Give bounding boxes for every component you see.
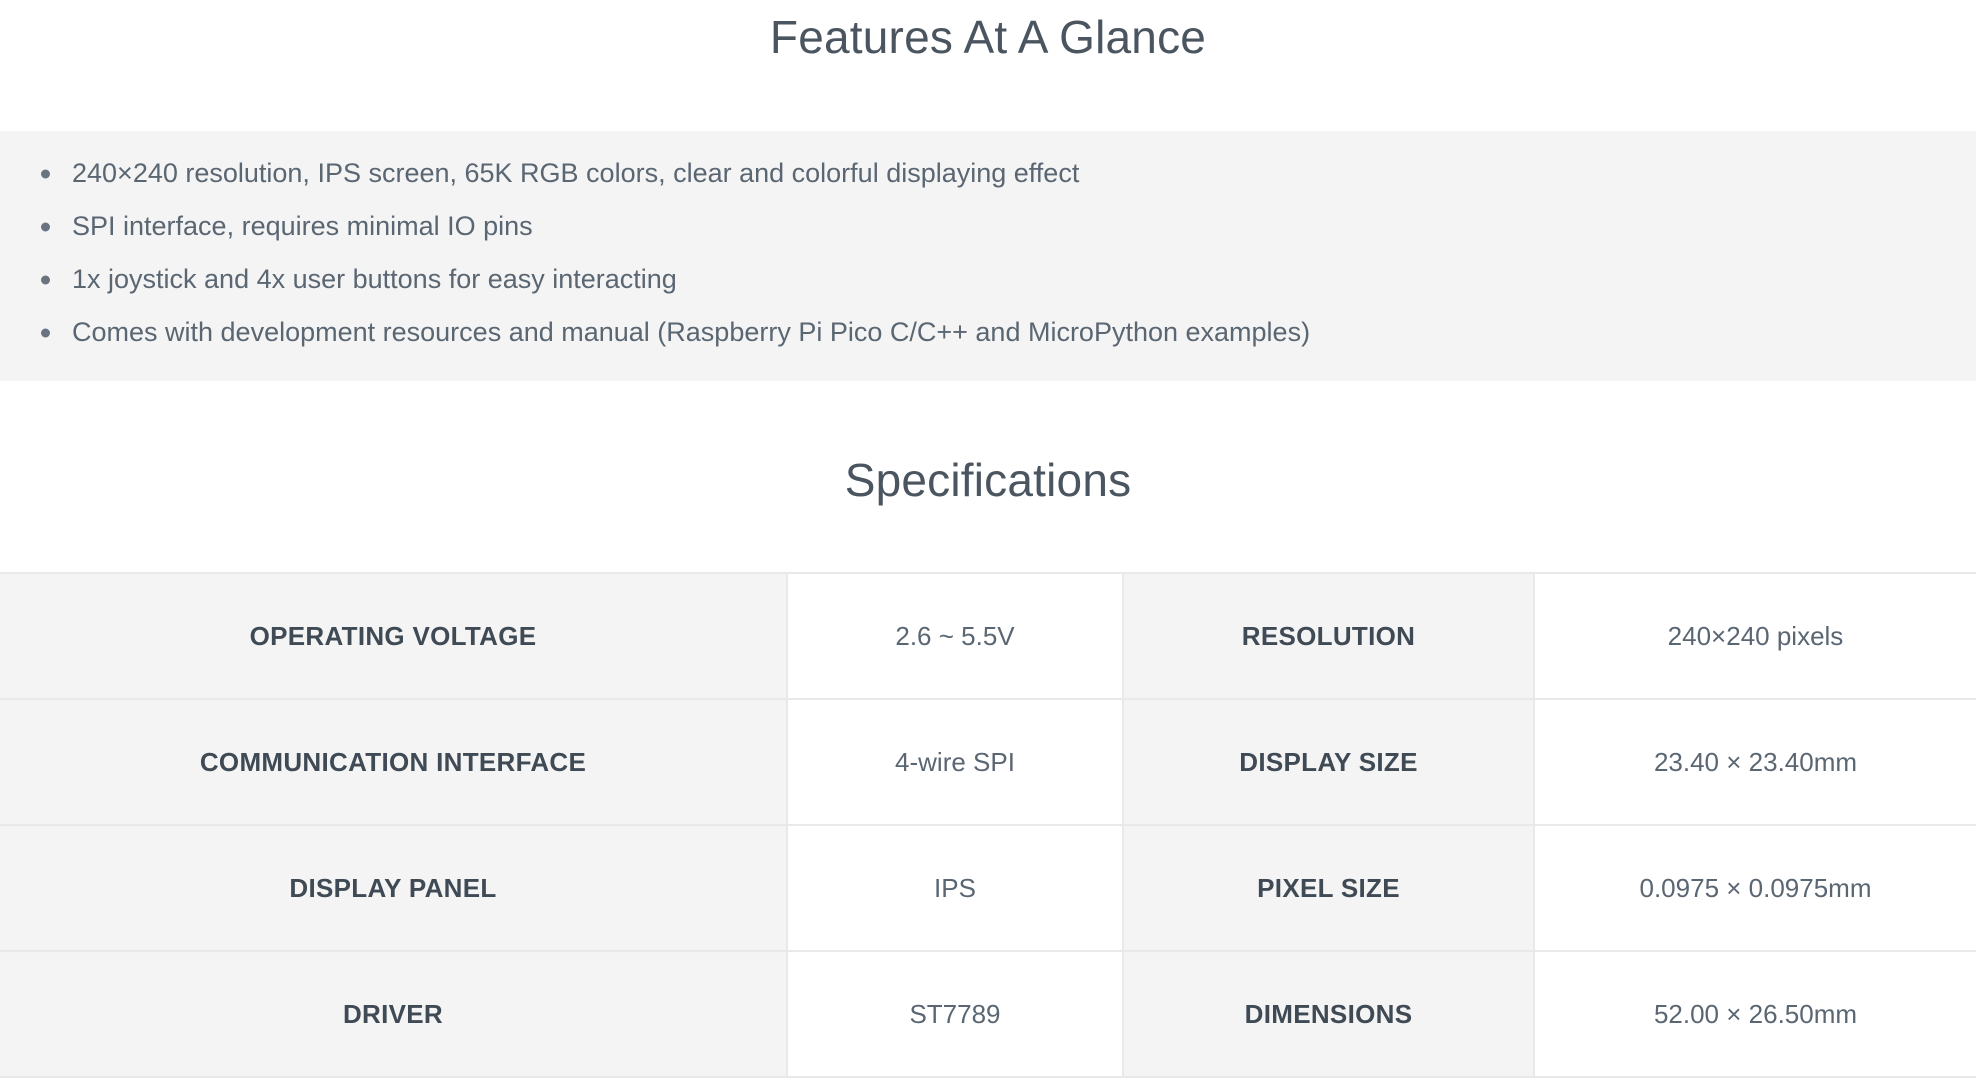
spec-label: COMMUNICATION INTERFACE — [0, 699, 788, 827]
spec-label: DISPLAY SIZE — [1123, 699, 1535, 827]
features-heading: Features At A Glance — [769, 11, 1207, 63]
features-panel: 240×240 resolution, IPS screen, 65K RGB … — [0, 131, 1976, 382]
bullet-icon — [41, 222, 50, 232]
spec-value: 0.0975 × 0.0975mm — [1534, 825, 1976, 953]
spec-value: 4-wire SPI — [787, 699, 1124, 827]
product-spec-page: Features At A Glance 240×240 resolution,… — [0, 0, 1976, 1079]
spec-label: DRIVER — [0, 951, 788, 1079]
feature-text: SPI interface, requires minimal IO pins — [72, 211, 533, 242]
spec-value: 23.40 × 23.40mm — [1534, 699, 1976, 827]
feature-text: 1x joystick and 4x user buttons for easy… — [72, 264, 677, 295]
spec-value: 52.00 × 26.50mm — [1534, 951, 1976, 1079]
feature-text: 240×240 resolution, IPS screen, 65K RGB … — [72, 158, 1080, 189]
spec-value: 2.6 ~ 5.5V — [787, 573, 1124, 701]
spec-label: PIXEL SIZE — [1123, 825, 1535, 953]
list-item: SPI interface, requires minimal IO pins — [36, 200, 1976, 253]
spec-label: DIMENSIONS — [1123, 951, 1535, 1079]
table-row: DRIVER ST7789 DIMENSIONS 52.00 × 26.50mm — [0, 951, 1976, 1079]
spec-label: RESOLUTION — [1123, 573, 1535, 701]
features-list: 240×240 resolution, IPS screen, 65K RGB … — [0, 147, 1976, 359]
table-row: OPERATING VOLTAGE 2.6 ~ 5.5V RESOLUTION … — [0, 573, 1976, 701]
list-item: Comes with development resources and man… — [36, 306, 1976, 359]
bullet-icon — [41, 328, 50, 338]
bullet-icon — [41, 169, 50, 179]
table-row: DISPLAY PANEL IPS PIXEL SIZE 0.0975 × 0.… — [0, 825, 1976, 953]
spec-value: 240×240 pixels — [1534, 573, 1976, 701]
list-item: 1x joystick and 4x user buttons for easy… — [36, 253, 1976, 306]
feature-text: Comes with development resources and man… — [72, 317, 1311, 348]
spec-label: OPERATING VOLTAGE — [0, 573, 788, 701]
bullet-icon — [41, 275, 50, 285]
specifications-table-wrapper: OPERATING VOLTAGE 2.6 ~ 5.5V RESOLUTION … — [0, 572, 1976, 1079]
spec-value: ST7789 — [787, 951, 1124, 1079]
specifications-heading: Specifications — [844, 454, 1132, 507]
specifications-table: OPERATING VOLTAGE 2.6 ~ 5.5V RESOLUTION … — [0, 572, 1976, 1079]
table-row: COMMUNICATION INTERFACE 4-wire SPI DISPL… — [0, 699, 1976, 827]
spec-value: IPS — [787, 825, 1124, 953]
list-item: 240×240 resolution, IPS screen, 65K RGB … — [36, 147, 1976, 200]
spec-label: DISPLAY PANEL — [0, 825, 788, 953]
